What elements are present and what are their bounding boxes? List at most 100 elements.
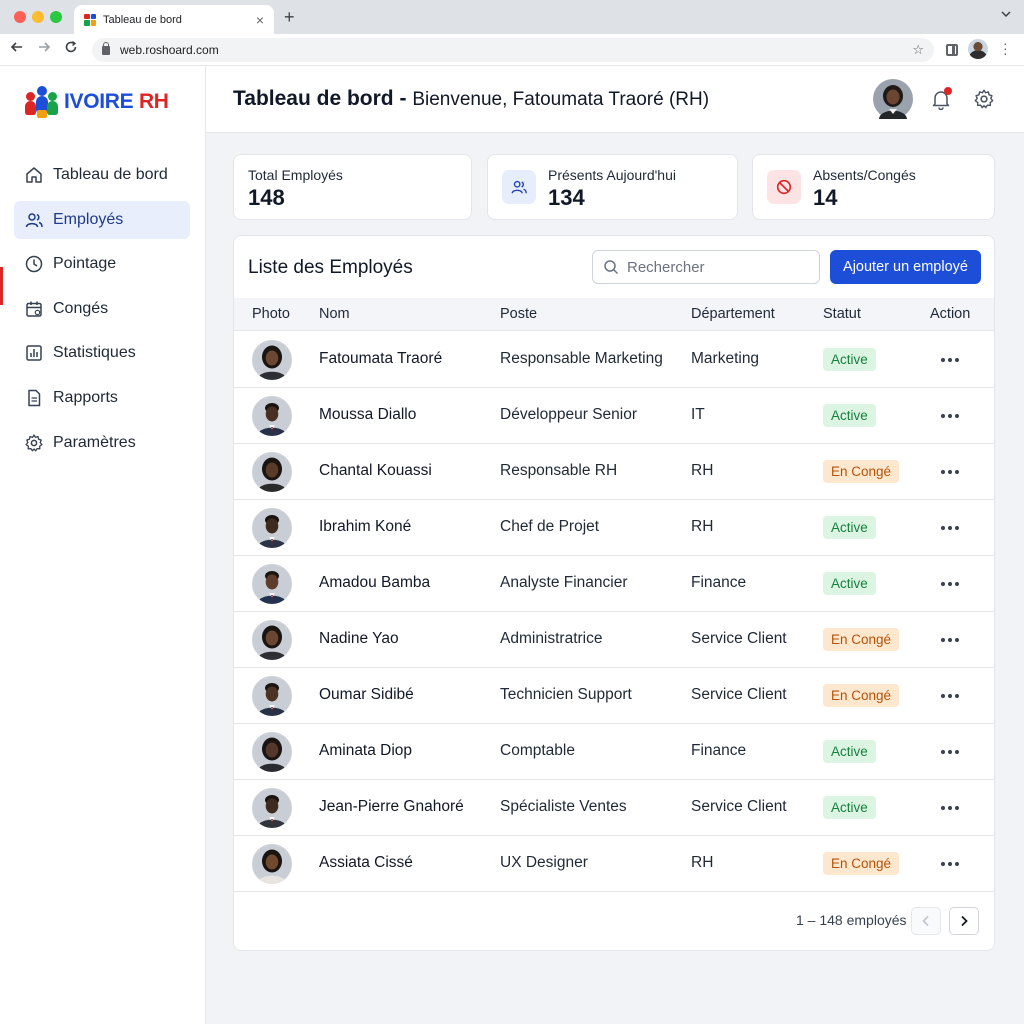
- previous-page-button[interactable]: [911, 907, 941, 935]
- logo[interactable]: IVOIRE RH: [24, 84, 169, 120]
- document-icon: [28, 389, 41, 407]
- table-row[interactable]: Nadine Yao Administratrice Service Client E…: [234, 612, 994, 668]
- sidebar-item-parametres[interactable]: Paramètres: [14, 424, 190, 462]
- more-actions-icon[interactable]: [941, 410, 959, 422]
- block-icon: [767, 170, 801, 204]
- more-actions-icon[interactable]: [941, 746, 959, 758]
- employee-role: Responsable RH: [500, 462, 618, 479]
- sidebar-item-tableau-de-bord[interactable]: Tableau de bord: [14, 156, 190, 194]
- browser-tab[interactable]: Tableau de bord ×: [74, 5, 274, 34]
- table-row[interactable]: Amadou Bamba Analyste Financier Finance Act…: [234, 556, 994, 612]
- address-bar[interactable]: web.roshoard.com ☆: [92, 38, 934, 62]
- employee-role: Technicien Support: [500, 686, 632, 703]
- sidebar-item-label: Pointage: [53, 255, 117, 273]
- sidebar-item-statistiques[interactable]: Statistiques: [14, 334, 190, 372]
- brand-name-part1: IVOIRE: [64, 90, 134, 113]
- browser-toolbar: web.roshoard.com ☆: [0, 34, 1024, 66]
- employee-department: Service Client: [691, 686, 787, 703]
- minimize-window-button[interactable]: [32, 11, 44, 23]
- settings-gear-icon[interactable]: [973, 88, 995, 110]
- more-actions-icon[interactable]: [941, 690, 959, 702]
- employee-department: Finance: [691, 742, 747, 759]
- stat-value: 134: [548, 185, 585, 210]
- chart-icon: [26, 345, 42, 362]
- stat-label: Présents Aujourd'hui: [548, 167, 676, 183]
- employee-role: Comptable: [500, 742, 575, 759]
- employee-department: RH: [691, 518, 714, 535]
- sidebar-item-conges[interactable]: Congés: [14, 290, 190, 328]
- table-row[interactable]: Moussa Diallo Développeur Senior IT Active: [234, 388, 994, 444]
- page-title: Tableau de bord - Bienvenue, Fatoumata T…: [233, 87, 709, 111]
- more-actions-icon[interactable]: [941, 466, 959, 478]
- status-badge: En Congé: [823, 628, 900, 651]
- column-header-statut[interactable]: Statut: [823, 306, 861, 322]
- status-badge: Active: [823, 348, 876, 371]
- browser-profile-avatar[interactable]: [968, 39, 988, 59]
- table-row[interactable]: Aminata Diop Comptable Finance Active: [234, 724, 994, 780]
- employee-name: Chantal Kouassi: [319, 462, 432, 479]
- column-header-poste[interactable]: Poste: [500, 306, 537, 322]
- new-tab-icon[interactable]: +: [284, 7, 295, 28]
- more-actions-icon[interactable]: [941, 634, 959, 646]
- home-icon: [26, 167, 42, 183]
- more-actions-icon[interactable]: [941, 578, 959, 590]
- employee-photo: [252, 844, 292, 884]
- employee-department: RH: [691, 854, 714, 871]
- sidebar-item-employes[interactable]: Employés: [14, 200, 190, 239]
- table-row[interactable]: Assiata Cissé UX Designer RH En Congé: [234, 836, 994, 892]
- search-input[interactable]: [627, 258, 807, 276]
- table-row[interactable]: Chantal Kouassi Responsable RH RH En Congé: [234, 444, 994, 500]
- search-box[interactable]: [592, 250, 820, 284]
- maximize-window-button[interactable]: [50, 11, 62, 23]
- close-tab-icon[interactable]: ×: [256, 12, 264, 28]
- side-panel-icon[interactable]: [946, 44, 958, 56]
- brand-name-part2: RH: [138, 90, 169, 113]
- more-actions-icon[interactable]: [941, 858, 959, 870]
- column-header-action[interactable]: Action: [930, 306, 970, 322]
- sidebar-item-pointage[interactable]: Pointage: [14, 245, 190, 283]
- sidebar-item-rapports[interactable]: Rapports: [14, 379, 190, 417]
- back-icon[interactable]: [10, 40, 24, 58]
- employee-name: Assiata Cissé: [319, 854, 413, 871]
- employee-role: Développeur Senior: [500, 406, 638, 423]
- sidebar-item-label: Employés: [53, 210, 124, 228]
- employee-department: Marketing: [691, 350, 760, 367]
- browser-menu-icon[interactable]: · · ·: [1003, 36, 1008, 60]
- pagination-info: 1 – 148 employés: [796, 912, 907, 928]
- bookmark-star-icon[interactable]: ☆: [912, 42, 924, 58]
- employee-name: Jean-Pierre Gnahoré: [319, 798, 464, 815]
- more-actions-icon[interactable]: [941, 354, 959, 366]
- stat-value: 14: [813, 185, 838, 210]
- status-badge: Active: [823, 572, 876, 595]
- table-row[interactable]: Jean-Pierre Gnahoré Spécialiste Ventes Ser…: [234, 780, 994, 836]
- stat-label: Absents/Congés: [813, 167, 916, 183]
- add-employee-button[interactable]: Ajouter un employé: [830, 250, 981, 284]
- reload-icon[interactable]: [64, 40, 78, 58]
- table-row[interactable]: Oumar Sidibé Technicien Support Service Cl…: [234, 668, 994, 724]
- more-actions-icon[interactable]: [941, 522, 959, 534]
- chevron-down-icon[interactable]: [1000, 8, 1012, 23]
- table-row[interactable]: Fatoumata Traoré Responsable Marketing Mar…: [234, 332, 994, 388]
- column-header-departement[interactable]: Département: [691, 306, 775, 322]
- sidebar-item-label: Congés: [53, 299, 109, 317]
- active-indicator: [0, 267, 3, 305]
- sidebar-item-label: Rapports: [53, 388, 118, 406]
- status-badge: Active: [823, 740, 876, 763]
- employee-role: Spécialiste Ventes: [500, 798, 627, 815]
- user-avatar[interactable]: [873, 79, 913, 119]
- employee-photo: [252, 396, 292, 436]
- column-header-nom[interactable]: Nom: [319, 306, 350, 322]
- next-page-button[interactable]: [949, 907, 979, 935]
- forward-icon[interactable]: [37, 40, 51, 58]
- table-row[interactable]: Ibrahim Koné Chef de Projet RH Active: [234, 500, 994, 556]
- welcome-text: Bienvenue, Fatoumata Traoré (RH): [412, 89, 710, 110]
- more-actions-icon[interactable]: [941, 802, 959, 814]
- column-header-photo[interactable]: Photo: [252, 306, 290, 322]
- employee-name: Fatoumata Traoré: [319, 350, 443, 367]
- sidebar: IVOIRE RH Tableau de bord Employés Point…: [0, 66, 206, 1024]
- chevron-right-icon: [961, 915, 968, 927]
- employee-role: Chef de Projet: [500, 518, 600, 535]
- close-window-button[interactable]: [14, 11, 26, 23]
- employee-department: Service Client: [691, 798, 787, 815]
- employee-name: Oumar Sidibé: [319, 686, 414, 703]
